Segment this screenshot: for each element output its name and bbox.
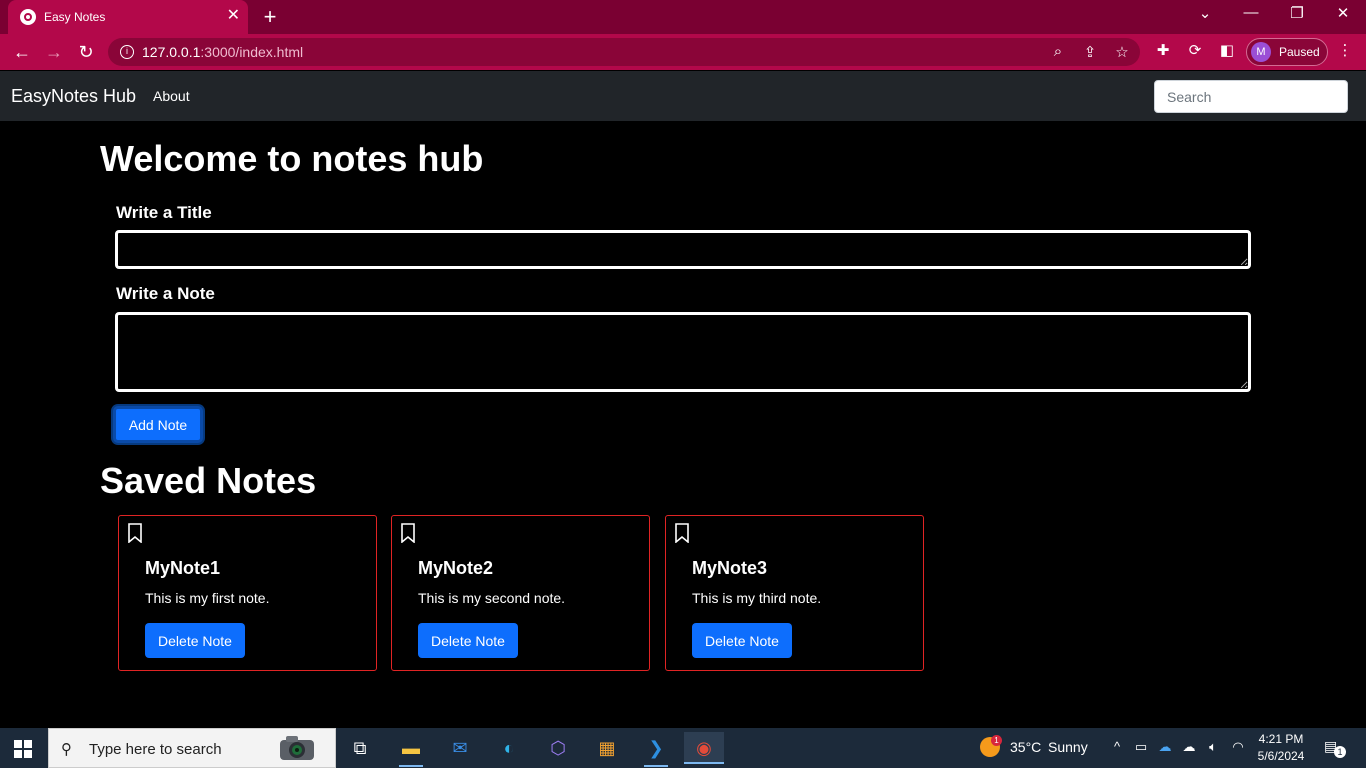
brand-link[interactable]: EasyNotes Hub	[11, 86, 136, 107]
browser-tab[interactable]: Easy Notes ✕	[8, 0, 248, 34]
bookmark-icon	[128, 523, 142, 543]
clock-date: 5/6/2024	[1257, 749, 1305, 763]
task-view-icon[interactable]: ⧉	[340, 732, 380, 764]
note-textarea[interactable]	[115, 312, 1251, 392]
new-tab-button[interactable]: +	[258, 4, 282, 30]
forward-arrow-icon[interactable]: →	[42, 40, 66, 64]
file-explorer-icon[interactable]: ▬	[391, 732, 431, 767]
windows-start-icon[interactable]	[14, 740, 32, 758]
globe-icon	[20, 9, 36, 25]
saved-notes-heading: Saved Notes	[100, 460, 317, 501]
bookmark-icon	[401, 523, 415, 543]
chevron-up-icon[interactable]: ^	[1107, 739, 1127, 754]
temperature: 35°C	[1010, 739, 1042, 755]
reload-icon[interactable]: ↻	[74, 40, 98, 64]
sync-icon[interactable]: ⟳	[1184, 41, 1206, 59]
title-textarea[interactable]	[115, 230, 1251, 269]
camera-icon	[280, 736, 314, 760]
site-navbar: EasyNotes Hub About	[0, 71, 1366, 121]
edge-browser-icon[interactable]: ◐	[489, 732, 529, 764]
tab-title: Easy Notes	[44, 10, 106, 24]
side-panel-icon[interactable]: ◧	[1216, 41, 1238, 59]
note-title: MyNote3	[692, 558, 768, 578]
close-window-button[interactable]: ✕	[1328, 4, 1358, 22]
tab-close-button[interactable]: ✕	[227, 7, 240, 25]
extensions-icon[interactable]: ✚	[1152, 41, 1174, 59]
note-text: This is my second note.	[418, 590, 566, 606]
onedrive-cloud-icon[interactable]: ☁	[1155, 739, 1175, 755]
avatar: M	[1251, 42, 1271, 62]
bookmark-star-icon[interactable]: ☆	[1112, 43, 1132, 61]
url-path: :3000/index.html	[200, 44, 304, 60]
wifi-icon[interactable]: ◠	[1228, 739, 1248, 755]
chrome-icon[interactable]: ◉	[684, 732, 724, 764]
zoom-icon[interactable]: ⌕	[1048, 43, 1068, 60]
restore-button[interactable]: ❐	[1282, 4, 1312, 22]
notification-count: 1	[1334, 746, 1346, 758]
note-card: MyNote1 This is my first note. Delete No…	[118, 515, 377, 671]
menu-kebab-icon[interactable]: ⋮	[1334, 41, 1356, 59]
bookmark-icon	[675, 523, 689, 543]
site-info-icon[interactable]: i	[120, 45, 134, 59]
browser-toolbar: ← → ↻ i 127.0.0.1:3000/index.html ⌕ ⇪ ☆ …	[0, 34, 1366, 70]
address-bar[interactable]: i 127.0.0.1:3000/index.html ⌕ ⇪ ☆	[108, 38, 1140, 66]
battery-icon[interactable]: ▭	[1131, 739, 1151, 755]
notification-center-icon[interactable]: ▤ 1	[1324, 738, 1346, 758]
share-icon[interactable]: ⇪	[1080, 43, 1100, 61]
profile-button[interactable]: M Paused	[1246, 38, 1328, 66]
weather-badge: 1	[991, 735, 1002, 746]
add-note-button[interactable]: Add Note	[113, 406, 203, 443]
search-icon: ⚲	[61, 741, 72, 758]
page-title: Welcome to notes hub	[100, 138, 484, 179]
nav-link-about[interactable]: About	[153, 88, 190, 104]
delete-note-button[interactable]: Delete Note	[692, 623, 792, 658]
url-text: 127.0.0.1:3000/index.html	[142, 44, 303, 60]
copilot-icon[interactable]: ⬡	[538, 732, 578, 764]
microsoft-store-icon[interactable]: ▦	[587, 732, 627, 764]
title-label: Write a Title	[116, 203, 212, 222]
cloud-icon[interactable]: ☁	[1179, 739, 1199, 755]
minimize-button[interactable]: —	[1236, 4, 1266, 21]
delete-note-button[interactable]: Delete Note	[145, 623, 245, 658]
note-title: MyNote2	[418, 558, 494, 578]
system-clock[interactable]: 4:21 PM 5/6/2024	[1256, 731, 1306, 765]
note-text: This is my first note.	[145, 590, 270, 606]
note-card: MyNote3 This is my third note. Delete No…	[665, 515, 924, 671]
weather-condition: Sunny	[1048, 739, 1088, 755]
taskbar-search-placeholder: Type here to search	[89, 741, 222, 758]
search-input[interactable]	[1154, 80, 1348, 113]
note-title: MyNote1	[145, 558, 221, 578]
delete-note-button[interactable]: Delete Note	[418, 623, 518, 658]
note-text: This is my third note.	[692, 590, 822, 606]
note-label: Write a Note	[116, 284, 215, 303]
browser-tab-strip: Easy Notes ✕ + ⌄ — ❐ ✕	[0, 0, 1366, 34]
tab-search-dropdown-icon[interactable]: ⌄	[1190, 4, 1220, 22]
clock-time: 4:21 PM	[1258, 732, 1304, 746]
windows-taskbar: ⚲ Type here to search ⧉ ▬ ✉ ◐ ⬡ ▦ ❯ ◉ 1 …	[0, 728, 1366, 768]
mail-icon[interactable]: ✉	[440, 732, 480, 764]
note-card: MyNote2 This is my second note. Delete N…	[391, 515, 650, 671]
volume-icon[interactable]: 🔈︎	[1203, 739, 1223, 755]
profile-status: Paused	[1279, 45, 1320, 59]
back-arrow-icon[interactable]: ←	[10, 40, 34, 64]
vscode-icon[interactable]: ❯	[636, 732, 676, 767]
url-host: 127.0.0.1	[142, 44, 201, 60]
